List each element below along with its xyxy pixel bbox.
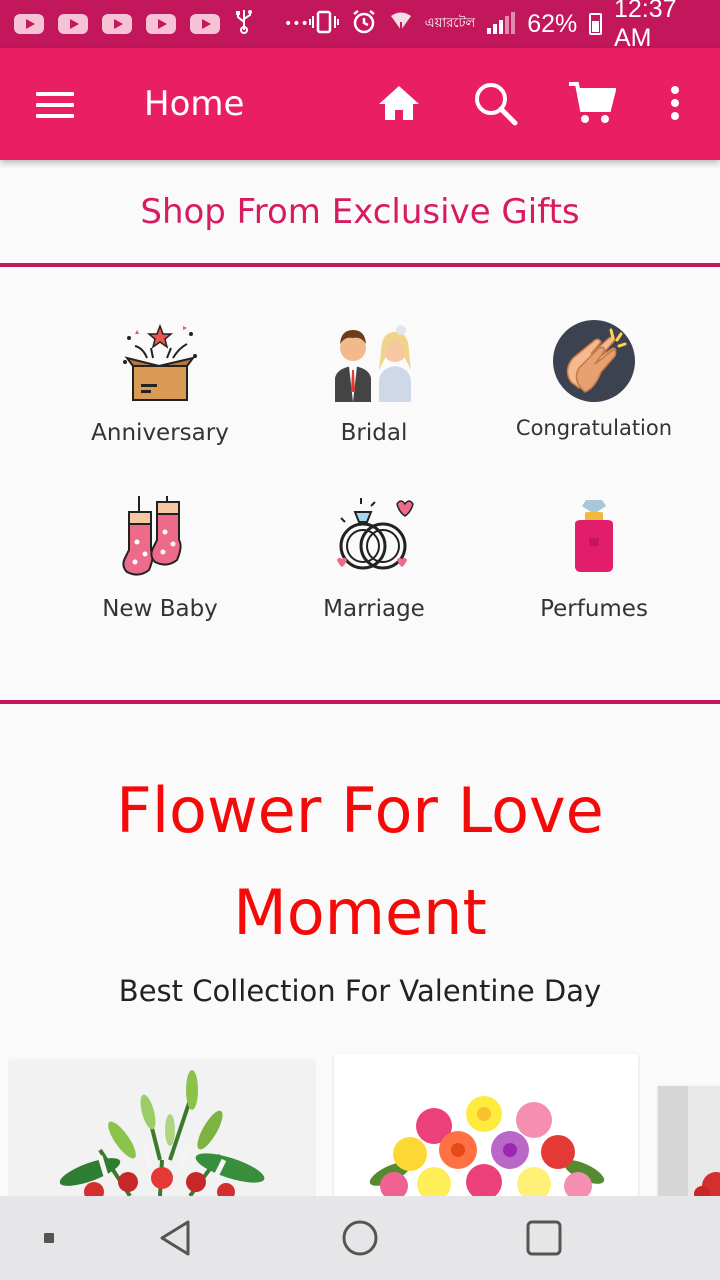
- promo-title: Flower For Love Moment: [116, 774, 604, 949]
- gift-box-icon: [117, 318, 203, 404]
- perfume-icon: [551, 494, 637, 580]
- youtube-notification-icon: [190, 14, 220, 34]
- youtube-notification-icon: [146, 14, 176, 34]
- home-button[interactable]: [340, 1218, 380, 1258]
- search-icon[interactable]: [470, 78, 520, 128]
- product-card-mixed-roses[interactable]: [334, 1054, 638, 1196]
- cart-icon[interactable]: [566, 78, 617, 128]
- youtube-notification-icon: [14, 14, 44, 34]
- section-heading: Shop From Exclusive Gifts: [140, 192, 580, 232]
- category-bridal[interactable]: Bridal: [264, 318, 484, 446]
- wedding-rings-icon: [331, 494, 417, 580]
- category-label: Perfumes: [540, 596, 648, 622]
- category-anniversary[interactable]: Anniversary: [50, 318, 270, 446]
- category-label: Congratulation: [515, 416, 673, 440]
- mixed-rose-bouquet-image: [334, 1054, 638, 1196]
- category-label: Marriage: [323, 596, 425, 622]
- baby-socks-icon: [117, 494, 203, 580]
- wifi-data-icon: [389, 10, 413, 39]
- usb-icon: [234, 8, 254, 40]
- home-icon[interactable]: [374, 78, 424, 128]
- vibrate-icon: [308, 10, 339, 39]
- product-card-lily-bouquet[interactable]: [10, 1060, 314, 1196]
- status-bar: ••• এয়ারটেল 62% 12:37 AM: [0, 0, 720, 52]
- category-congratulation[interactable]: Congratulation: [484, 318, 704, 440]
- category-marriage[interactable]: Marriage: [264, 494, 484, 622]
- clock: 12:37 AM: [614, 0, 677, 52]
- category-label: Anniversary: [91, 420, 229, 446]
- youtube-notification-icon: [58, 14, 88, 34]
- menu-icon[interactable]: [36, 92, 76, 118]
- category-new-baby[interactable]: New Baby: [50, 494, 270, 622]
- clapping-hands-icon: [551, 318, 637, 404]
- back-button[interactable]: [156, 1218, 196, 1258]
- page-title: Home: [144, 84, 245, 124]
- overview-button[interactable]: [524, 1218, 564, 1258]
- recents-dot[interactable]: [42, 1230, 56, 1244]
- network-label: এয়ারটেল: [424, 14, 476, 30]
- lily-rose-bouquet-image: [10, 1060, 314, 1196]
- system-nav-bar: [0, 1196, 720, 1280]
- overflow-notifications-icon: •••: [284, 16, 309, 32]
- category-label: New Baby: [102, 596, 218, 622]
- category-label: Bridal: [340, 420, 408, 446]
- youtube-notification-icon: [102, 14, 132, 34]
- battery-percent: 62%: [527, 9, 578, 38]
- divider: [0, 263, 720, 267]
- divider: [0, 700, 720, 704]
- app-bar: Home: [0, 48, 720, 160]
- overflow-menu-icon[interactable]: [652, 78, 698, 128]
- product-card-red-roses[interactable]: [658, 1086, 720, 1196]
- promo-subtitle: Best Collection For Valentine Day: [118, 974, 602, 1008]
- alarm-icon: [351, 9, 377, 40]
- signal-strength-icon: [487, 12, 516, 34]
- battery-icon: [589, 13, 602, 35]
- category-perfumes[interactable]: Perfumes: [484, 494, 704, 622]
- red-rose-bouquet-image: [658, 1086, 720, 1196]
- bride-groom-icon: [331, 318, 417, 404]
